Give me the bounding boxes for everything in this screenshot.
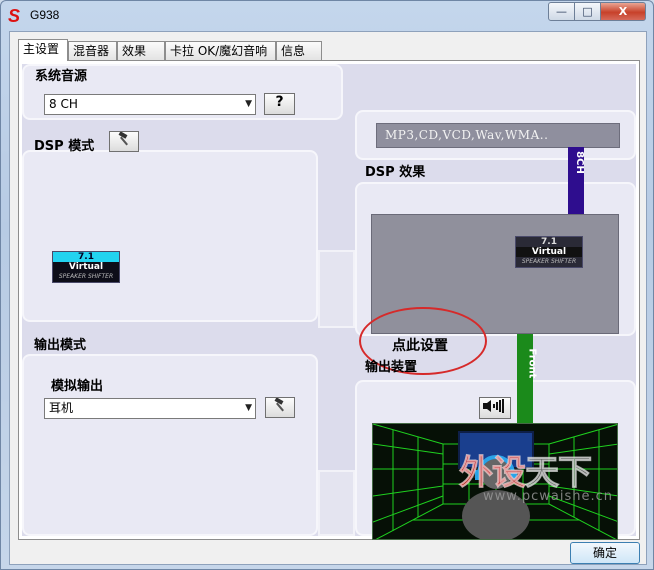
maximize-button[interactable]: □ [574,2,601,21]
watermark-red-text: 外设 [459,453,527,494]
dsp-mode-badge[interactable]: 7.1 Virtual SPEAKER SHIFTER [52,251,120,283]
connector-upper [318,250,355,328]
signal-bar-front: Front [517,334,537,424]
watermark-gray-text: 天下 [525,453,593,494]
chevron-down-icon: ▼ [245,403,252,413]
hammer-icon [118,131,128,146]
callout-text: 点此设置 [392,338,448,354]
tab-mixer[interactable]: 混音器 [68,41,117,60]
output-device-heading: 输出装置 [365,360,418,375]
channel-select[interactable]: 8 CH ▼ [44,94,256,115]
tab-info[interactable]: 信息 [276,41,322,60]
title-bar[interactable]: S G938 — □ X [1,1,653,31]
application-window: S G938 — □ X 主设置 混音器 效果 卡拉 OK/魔幻音响 信息 系统… [0,0,654,570]
analog-output-label: 模拟输出 [51,379,104,394]
hammer-icon [274,397,284,412]
watermark-url: www.pcwaishe.cn [483,489,613,504]
badge-title: Virtual [68,262,104,272]
tab-karaoke[interactable]: 卡拉 OK/魔幻音响 [165,41,276,60]
badge-version: 7.1 [53,252,119,262]
output-mode-tool-button[interactable] [265,397,295,418]
output-select-value: 耳机 [49,401,74,415]
ok-button[interactable]: 确定 [570,542,640,564]
system-source-heading: 系统音源 [35,69,88,84]
help-button[interactable]: ? [264,93,295,115]
badge-subtitle: SPEAKER SHIFTER [58,273,114,280]
dsp-mode-heading: DSP 模式 [34,139,95,154]
badge-subtitle: SPEAKER SHIFTER [521,258,577,265]
minimize-button[interactable]: — [548,2,575,21]
signal-label-8ch: 8CH [573,151,585,174]
tab-effects[interactable]: 效果 [117,41,165,60]
watermark-logo: 外设天下 [459,445,593,494]
dsp-effect-badge[interactable]: 7.1 Virtual SPEAKER SHIFTER [515,236,583,268]
dsp-mode-tool-button[interactable] [109,131,139,152]
tab-main-settings[interactable]: 主设置 [18,39,68,61]
dsp-effect-heading: DSP 效果 [365,165,426,180]
connector-lower [318,470,355,536]
window-title: G938 [30,8,60,22]
signal-bar-8ch: 8CH [568,147,585,215]
output-select[interactable]: 耳机 ▼ [44,398,256,419]
question-mark-icon: ? [275,94,284,110]
chevron-down-icon: ▼ [245,99,252,109]
dsp-mode-panel [22,150,318,322]
badge-version: 7.1 [541,237,557,247]
speaker-volume-icon [483,399,504,413]
badge-title: Virtual [516,247,582,257]
app-logo-icon: S [8,6,21,26]
output-mode-heading: 输出模式 [34,338,87,353]
signal-label-front: Front [526,348,538,379]
speaker-button[interactable] [479,397,511,419]
close-button[interactable]: X [600,2,646,21]
source-format-display: MP3,CD,VCD,Wav,WMA.. [376,123,620,148]
channel-select-value: 8 CH [49,97,78,111]
